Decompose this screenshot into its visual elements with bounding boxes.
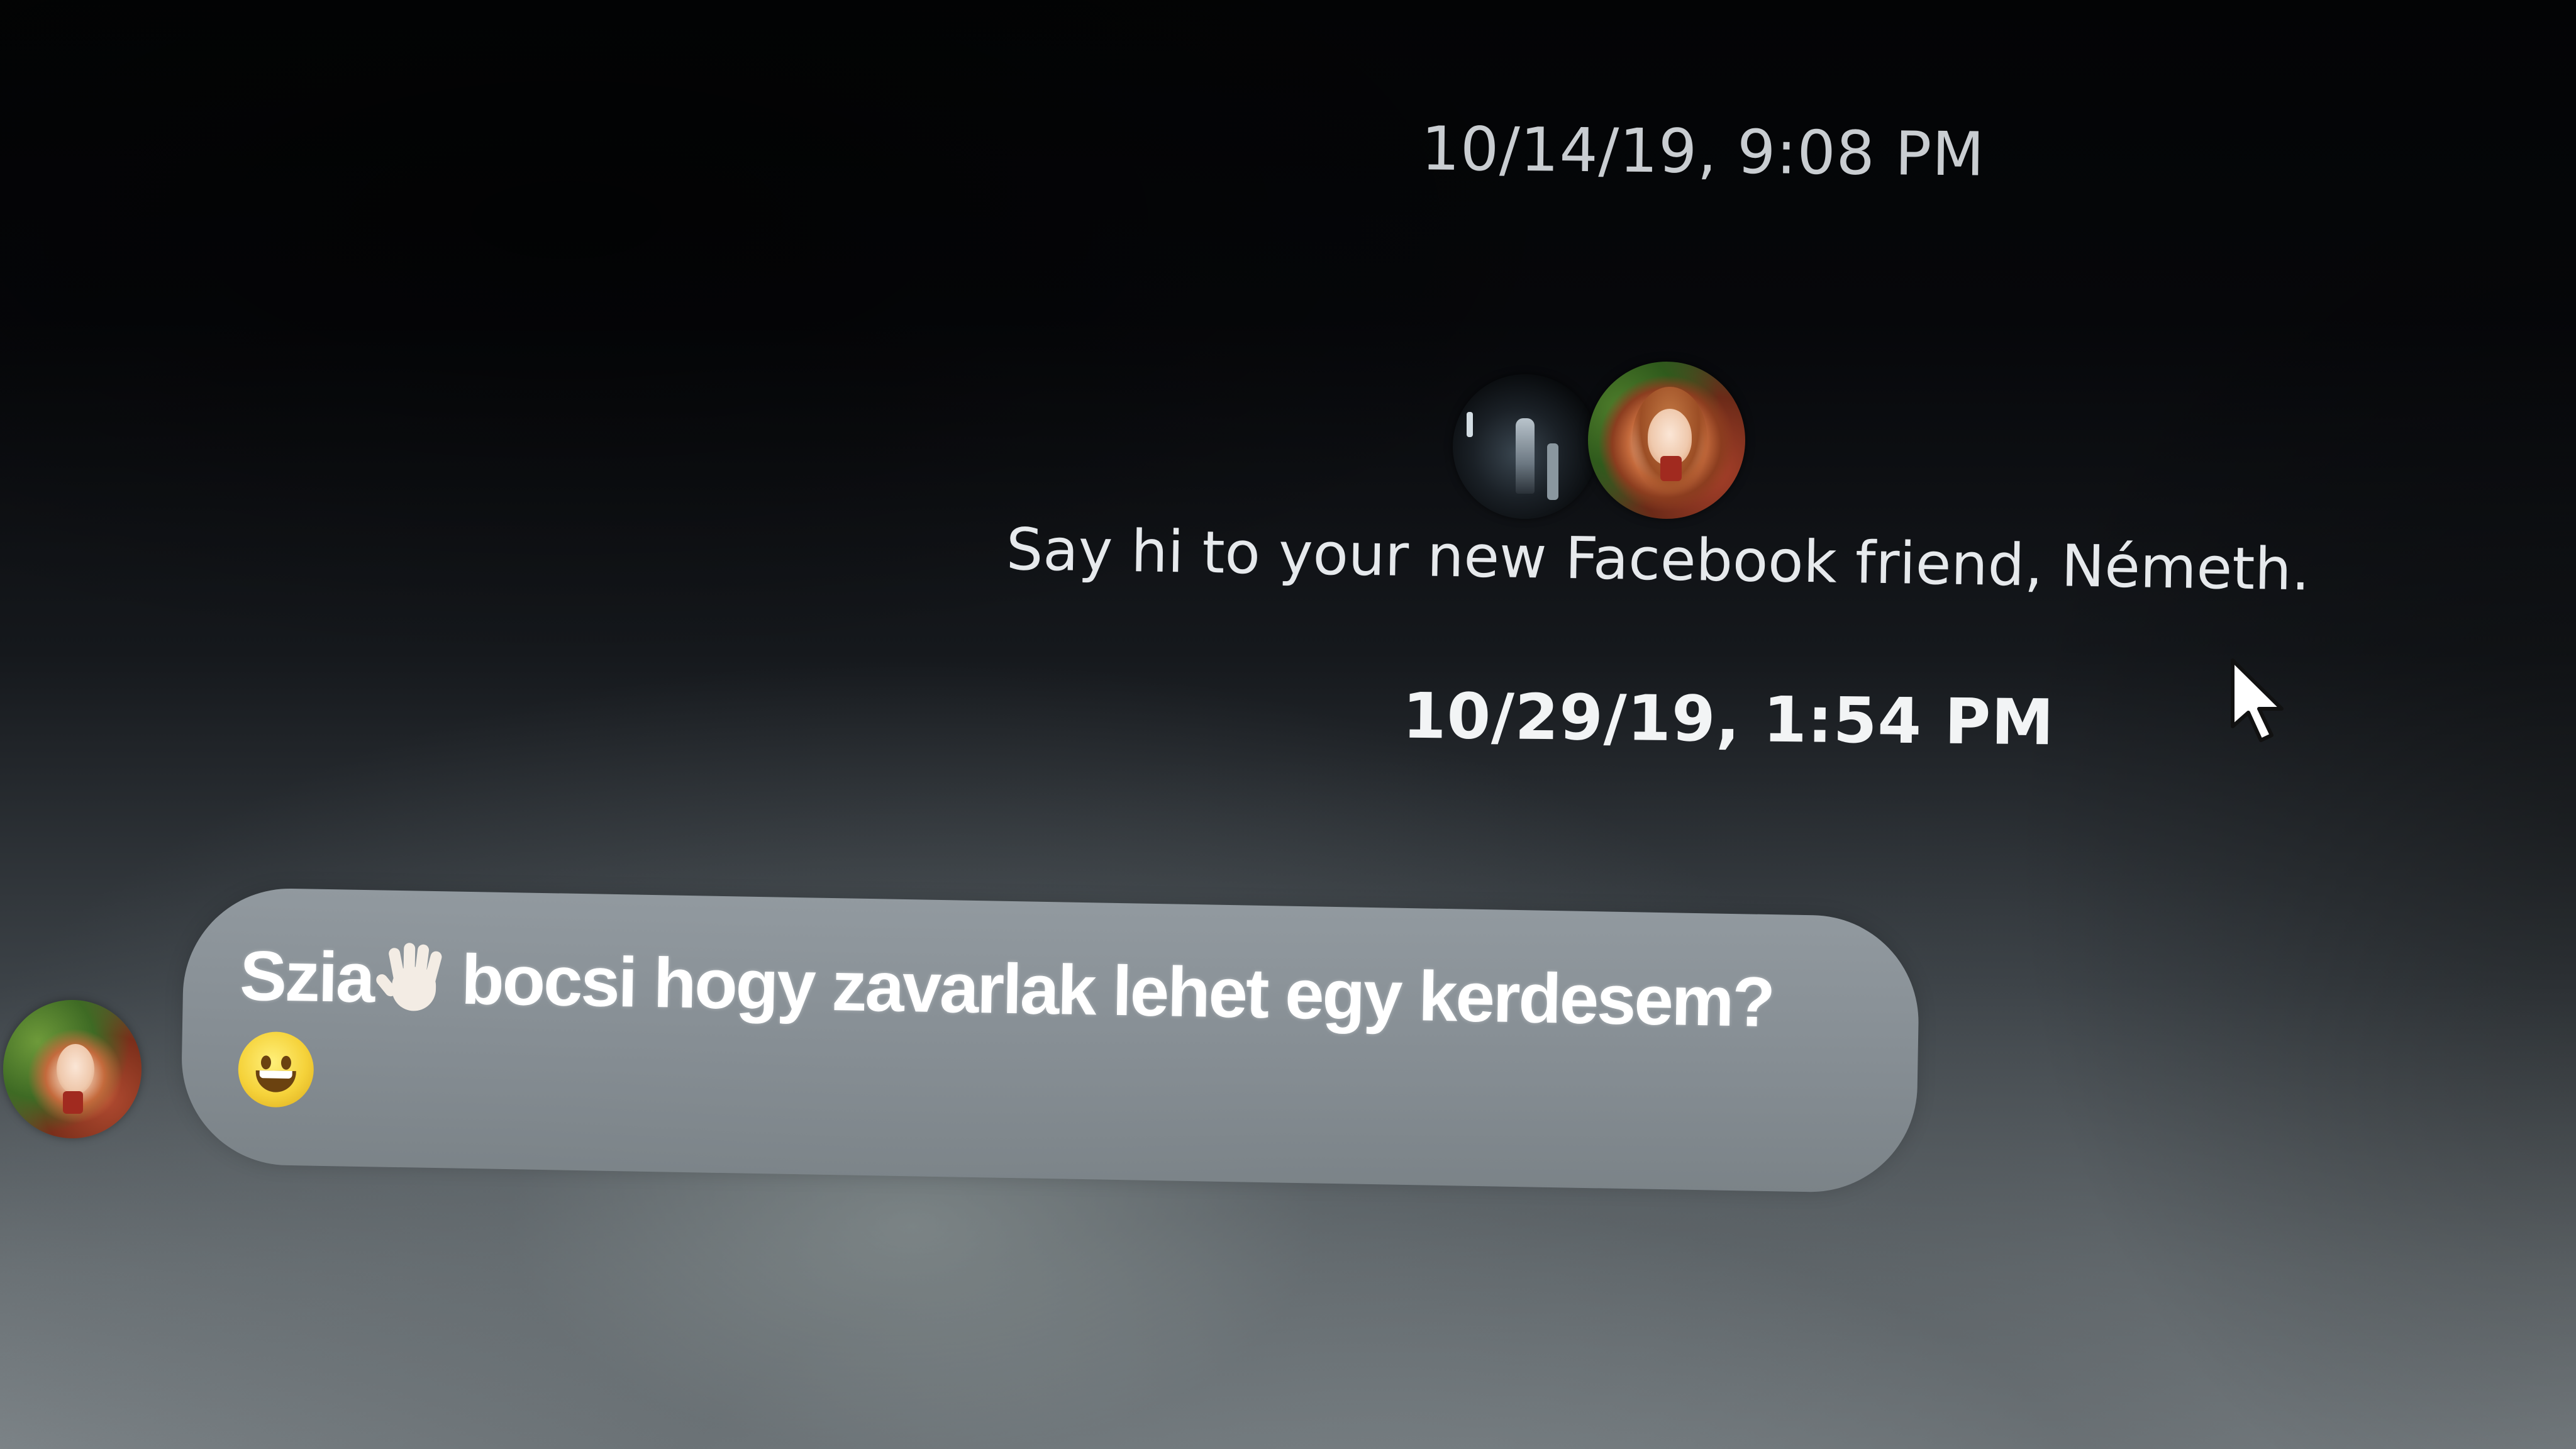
waving-hand-icon: [374, 941, 449, 1014]
grinning-face-icon: [237, 1031, 314, 1108]
timestamp-first: 10/14/19, 9:08 PM: [1421, 113, 1985, 190]
message-greeting: Szia: [239, 936, 374, 1018]
new-friend-notice: Say hi to your new Facebook friend, Néme…: [1006, 516, 2311, 604]
screen-glare: [0, 0, 2576, 1449]
message-text: Szia bocsi hogy zavarlak lehet egy kerde…: [237, 929, 1875, 1146]
sender-avatar[interactable]: [3, 1000, 142, 1138]
mouse-cursor-icon: [2231, 658, 2284, 742]
timestamp-second: 10/29/19, 1:54 PM: [1402, 679, 2055, 760]
user-avatar[interactable]: [1453, 374, 1597, 519]
message-bubble[interactable]: Szia bocsi hogy zavarlak lehet egy kerde…: [180, 887, 1921, 1194]
message-body: bocsi hogy zavarlak lehet egy kerdesem?: [460, 940, 1774, 1042]
new-friend-avatars: [1453, 362, 1755, 525]
friend-avatar[interactable]: [1588, 362, 1745, 519]
